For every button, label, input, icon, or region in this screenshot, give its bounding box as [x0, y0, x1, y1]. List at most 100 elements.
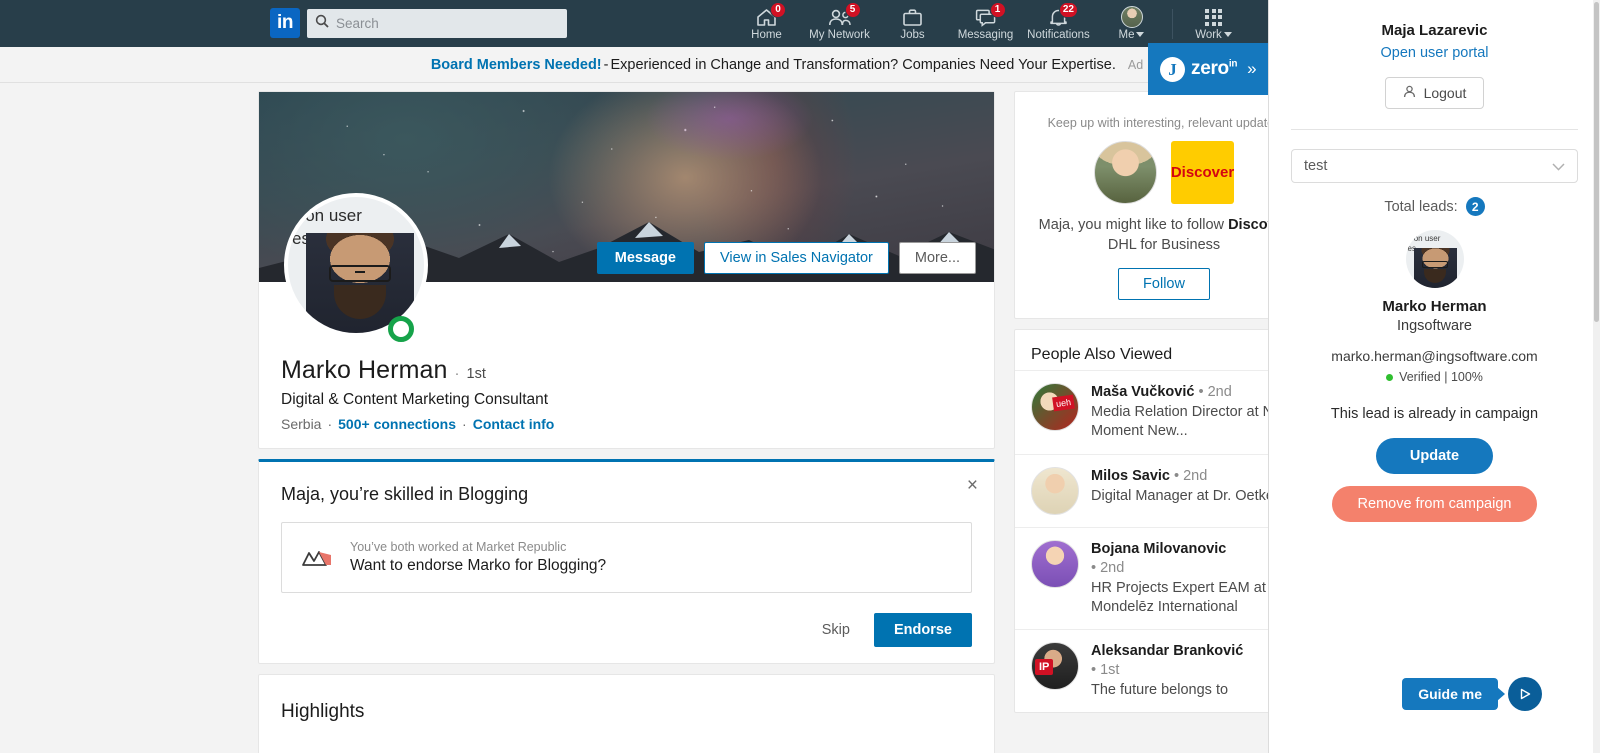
- panel-scrollbar[interactable]: [1593, 0, 1600, 753]
- profile-avatar[interactable]: x on user es.: [284, 193, 428, 337]
- endorsement-question: Want to endorse Marko for Blogging?: [350, 557, 606, 575]
- online-status-indicator: [388, 316, 414, 342]
- nav-item-me[interactable]: Me: [1095, 0, 1168, 47]
- nav-item-jobs[interactable]: Jobs: [876, 0, 949, 47]
- page-root: in 0 Home 5 My Network: [0, 0, 1600, 753]
- nav-label-messaging: Messaging: [958, 29, 1014, 41]
- person-name: Aleksandar Branković: [1091, 643, 1243, 659]
- panel-divider: [1291, 129, 1578, 130]
- zeroin-extension-panel: Maja Lazarevic Open user portal Logout t…: [1268, 0, 1600, 753]
- nav-label-me: Me: [1119, 29, 1145, 41]
- person-degree: • 2nd: [1091, 559, 1297, 578]
- nav-item-notifications[interactable]: 22 Notifications: [1022, 0, 1095, 47]
- more-button[interactable]: More...: [899, 242, 976, 274]
- highlights-card: Highlights: [258, 674, 995, 753]
- rail-ad-subtext: Keep up with interesting, relevant updat…: [1029, 116, 1299, 130]
- search-icon: [315, 14, 329, 33]
- message-button[interactable]: Message: [597, 242, 694, 274]
- banner-link[interactable]: Board Members Needed!: [431, 57, 602, 73]
- bell-icon: 22: [1048, 7, 1069, 28]
- person-name: Bojana Milovanovic: [1091, 541, 1226, 557]
- remove-from-campaign-button[interactable]: Remove from campaign: [1332, 486, 1538, 522]
- guide-me-widget[interactable]: Guide me: [1402, 677, 1542, 711]
- person-info: Aleksandar Branković • 1st The future be…: [1091, 642, 1243, 700]
- chevron-right-icon[interactable]: »: [1247, 59, 1256, 79]
- endorsement-text-block: You’ve both worked at Market Republic Wa…: [350, 540, 606, 575]
- lead-avatar-photo: [1414, 248, 1457, 288]
- discover-brand-logo: Discover: [1171, 141, 1234, 204]
- follow-button[interactable]: Follow: [1118, 268, 1210, 300]
- nav-item-work[interactable]: Work: [1177, 0, 1250, 47]
- highlights-title: Highlights: [281, 701, 972, 723]
- chevron-down-icon: [1552, 159, 1565, 174]
- nav-label-home: Home: [751, 29, 782, 41]
- person-degree: • 1st: [1091, 661, 1243, 680]
- profile-name: Marko Herman: [281, 356, 448, 385]
- nav-item-my-network[interactable]: 5 My Network: [803, 0, 876, 47]
- nav-label-my-network: My Network: [809, 29, 870, 41]
- endorsement-actions: Skip Endorse: [281, 613, 972, 647]
- person-subtitle: Digital Manager at Dr. Oetker: [1091, 487, 1279, 506]
- banner-ad-label: Ad: [1128, 58, 1143, 72]
- logout-button[interactable]: Logout: [1385, 77, 1485, 109]
- profile-main-column: x on user es. Message View in Sales Navi…: [258, 91, 995, 753]
- nav-items: 0 Home 5 My Network Jobs: [730, 0, 1323, 47]
- briefcase-icon: [902, 7, 923, 28]
- rail-ad-person-avatar: [1094, 141, 1157, 204]
- chevron-down-icon: [1136, 32, 1144, 37]
- skip-button[interactable]: Skip: [816, 615, 856, 645]
- home-icon: 0: [756, 7, 777, 28]
- total-leads-count: 2: [1466, 197, 1485, 216]
- close-icon[interactable]: ×: [967, 476, 978, 495]
- nav-item-messaging[interactable]: 1 Messaging: [949, 0, 1022, 47]
- lead-avatar: x on user es.: [1406, 230, 1464, 288]
- open-user-portal-link[interactable]: Open user portal: [1291, 45, 1578, 61]
- person-degree: • 2nd: [1174, 468, 1207, 484]
- chevron-down-icon: [1224, 32, 1232, 37]
- endorsement-card: × Maja, you’re skilled in Blogging You’v…: [258, 459, 995, 664]
- zeroin-wordmark: zeroin: [1191, 58, 1237, 80]
- lead-verified-label: Verified | 100%: [1399, 370, 1483, 384]
- rail-ad-images: Discover: [1029, 141, 1299, 204]
- guide-me-button[interactable]: Guide me: [1402, 678, 1498, 710]
- endorsement-subtext: You’ve both worked at Market Republic: [350, 540, 606, 554]
- update-button[interactable]: Update: [1376, 438, 1493, 474]
- zeroin-logo-icon: J: [1160, 57, 1185, 82]
- lead-campaign-status: This lead is already in campaign: [1291, 406, 1578, 422]
- nav-label-me-text: Me: [1119, 29, 1135, 41]
- meta-separator-1: ·: [327, 416, 332, 432]
- profile-headline: Digital & Content Marketing Consultant: [281, 391, 972, 409]
- linkedin-logo-icon[interactable]: in: [270, 8, 300, 38]
- banner-text: Experienced in Change and Transformation…: [610, 57, 1115, 73]
- avatar: [1031, 383, 1079, 431]
- rail-ad-text-prefix: Maja, you might like to follow: [1039, 217, 1228, 233]
- nav-item-home[interactable]: 0 Home: [730, 0, 803, 47]
- glasses-icon: [1422, 261, 1448, 268]
- endorsement-title: Maja, you’re skilled in Blogging: [281, 484, 972, 505]
- endorse-button[interactable]: Endorse: [874, 613, 972, 647]
- total-leads-row: Total leads: 2: [1291, 197, 1578, 216]
- person-subtitle: HR Projects Expert EAM at Mondelēz Inter…: [1091, 579, 1297, 617]
- endorsement-prompt[interactable]: You’ve both worked at Market Republic Wa…: [281, 522, 972, 593]
- campaign-select[interactable]: test: [1291, 149, 1578, 183]
- person-name: Maša Vučković: [1091, 384, 1194, 400]
- connections-link[interactable]: 500+ connections: [338, 416, 456, 432]
- person-info: Bojana Milovanovic • 2nd HR Projects Exp…: [1091, 540, 1297, 618]
- profile-card: x on user es. Message View in Sales Navi…: [258, 91, 995, 449]
- person-info: Maša Vučković • 2nd Media Relation Direc…: [1091, 383, 1297, 441]
- contact-info-link[interactable]: Contact info: [473, 416, 555, 432]
- profile-location: Serbia: [281, 416, 321, 432]
- person-degree: • 2nd: [1198, 384, 1231, 400]
- messaging-badge: 1: [990, 2, 1006, 18]
- avatar: [1031, 642, 1079, 690]
- grid-icon: [1205, 7, 1222, 28]
- global-search[interactable]: [307, 9, 567, 38]
- zeroin-tab[interactable]: J zeroin »: [1148, 43, 1272, 95]
- lead-email: marko.herman@ingsoftware.com: [1291, 348, 1578, 364]
- view-in-sales-navigator-button[interactable]: View in Sales Navigator: [704, 242, 889, 274]
- beard-shape: [334, 285, 386, 319]
- panel-scrollbar-thumb[interactable]: [1594, 2, 1599, 322]
- nav-label-notifications: Notifications: [1027, 29, 1090, 41]
- search-input[interactable]: [336, 16, 559, 31]
- play-icon[interactable]: [1508, 677, 1542, 711]
